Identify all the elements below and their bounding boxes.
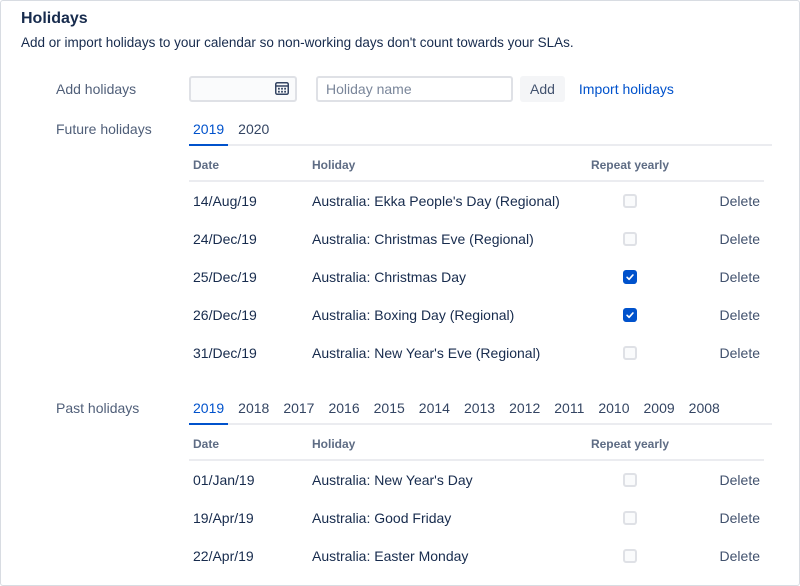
future-holidays-section: Future holidays 20192020 Date Holiday Re…	[56, 119, 799, 372]
tab-past-year-2012[interactable]: 2012	[505, 398, 544, 425]
date-input[interactable]	[189, 76, 297, 102]
page-title: Holidays	[21, 9, 799, 28]
holiday-name: Australia: New Year's Day	[312, 472, 570, 488]
repeat-yearly-checkbox[interactable]	[623, 511, 637, 525]
holidays-settings-card: Holidays Add or import holidays to your …	[0, 0, 800, 586]
holiday-name: Australia: New Year's Eve (Regional)	[312, 345, 570, 361]
holiday-name: Australia: Ekka People's Day (Regional)	[312, 193, 570, 209]
future-year-tabs: 20192020	[189, 119, 772, 146]
add-holidays-row: Add holidays Add Import holidays	[56, 75, 799, 103]
repeat-yearly-checkbox[interactable]	[623, 308, 637, 322]
table-row: 25/Dec/19Australia: Christmas Day Delete	[189, 258, 764, 296]
table-row: 01/Jan/19Australia: New Year's Day Delete	[189, 461, 764, 499]
repeat-yearly-checkbox[interactable]	[623, 232, 637, 246]
tab-future-year-2020[interactable]: 2020	[234, 119, 273, 146]
repeat-yearly-column-header: Repeat yearly	[570, 437, 690, 451]
holiday-date: 31/Dec/19	[189, 345, 312, 361]
calendar-icon	[274, 80, 290, 99]
holiday-date: 26/Dec/19	[189, 307, 312, 323]
future-holidays-table: Date Holiday Repeat yearly 14/Aug/19Aust…	[189, 146, 764, 372]
tab-past-year-2014[interactable]: 2014	[415, 398, 454, 425]
holiday-date: 22/Apr/19	[189, 548, 312, 564]
tab-past-year-2011[interactable]: 2011	[550, 398, 588, 425]
tab-past-year-2010[interactable]: 2010	[594, 398, 633, 425]
holiday-date: 01/Jan/19	[189, 472, 312, 488]
repeat-yearly-checkbox[interactable]	[623, 549, 637, 563]
table-row: 26/Dec/19Australia: Boxing Day (Regional…	[189, 296, 764, 334]
holiday-name-input[interactable]	[316, 76, 513, 102]
table-row: 31/Dec/19Australia: New Year's Eve (Regi…	[189, 334, 764, 372]
past-holidays-table: Date Holiday Repeat yearly 01/Jan/19Aust…	[189, 425, 764, 575]
holiday-date: 19/Apr/19	[189, 510, 312, 526]
tab-past-year-2017[interactable]: 2017	[279, 398, 318, 425]
date-column-header: Date	[189, 158, 312, 172]
repeat-yearly-column-header: Repeat yearly	[570, 158, 690, 172]
table-row: 22/Apr/19Australia: Easter Monday Delete	[189, 537, 764, 575]
add-button[interactable]: Add	[520, 76, 565, 102]
table-header-row: Date Holiday Repeat yearly	[189, 425, 764, 461]
holiday-date: 24/Dec/19	[189, 231, 312, 247]
table-row: 24/Dec/19Australia: Christmas Eve (Regio…	[189, 220, 764, 258]
holiday-column-header: Holiday	[312, 437, 570, 451]
holiday-date: 25/Dec/19	[189, 269, 312, 285]
table-header-row: Date Holiday Repeat yearly	[189, 146, 764, 182]
tab-past-year-2018[interactable]: 2018	[234, 398, 273, 425]
holiday-column-header: Holiday	[312, 158, 570, 172]
delete-link[interactable]: Delete	[720, 510, 760, 526]
table-row: 14/Aug/19Australia: Ekka People's Day (R…	[189, 182, 764, 220]
delete-link[interactable]: Delete	[720, 193, 760, 209]
tab-past-year-2015[interactable]: 2015	[370, 398, 409, 425]
tab-past-year-2016[interactable]: 2016	[324, 398, 363, 425]
holiday-name: Australia: Christmas Day	[312, 269, 570, 285]
import-holidays-link[interactable]: Import holidays	[579, 81, 674, 97]
delete-link[interactable]: Delete	[720, 345, 760, 361]
delete-link[interactable]: Delete	[720, 231, 760, 247]
add-holidays-label: Add holidays	[56, 81, 189, 97]
delete-link[interactable]: Delete	[720, 269, 760, 285]
delete-link[interactable]: Delete	[720, 472, 760, 488]
tab-past-year-2009[interactable]: 2009	[640, 398, 679, 425]
holiday-name: Australia: Good Friday	[312, 510, 570, 526]
holiday-name: Australia: Christmas Eve (Regional)	[312, 231, 570, 247]
repeat-yearly-checkbox[interactable]	[623, 270, 637, 284]
holiday-name: Australia: Easter Monday	[312, 548, 570, 564]
delete-link[interactable]: Delete	[720, 307, 760, 323]
delete-link[interactable]: Delete	[720, 548, 760, 564]
table-row: 19/Apr/19Australia: Good Friday Delete	[189, 499, 764, 537]
tab-past-year-2013[interactable]: 2013	[460, 398, 499, 425]
repeat-yearly-checkbox[interactable]	[623, 194, 637, 208]
past-holidays-label: Past holidays	[56, 398, 189, 575]
tab-past-year-2019[interactable]: 2019	[189, 398, 228, 425]
tab-past-year-2008[interactable]: 2008	[685, 398, 724, 425]
past-holidays-section: Past holidays 20192018201720162015201420…	[56, 398, 799, 575]
tab-future-year-2019[interactable]: 2019	[189, 119, 228, 146]
repeat-yearly-checkbox[interactable]	[623, 473, 637, 487]
repeat-yearly-checkbox[interactable]	[623, 346, 637, 360]
date-column-header: Date	[189, 437, 312, 451]
holiday-name: Australia: Boxing Day (Regional)	[312, 307, 570, 323]
future-holidays-label: Future holidays	[56, 119, 189, 372]
holiday-date: 14/Aug/19	[189, 193, 312, 209]
page-description: Add or import holidays to your calendar …	[21, 34, 799, 51]
past-year-tabs: 2019201820172016 201520142013201220112010…	[189, 398, 772, 425]
